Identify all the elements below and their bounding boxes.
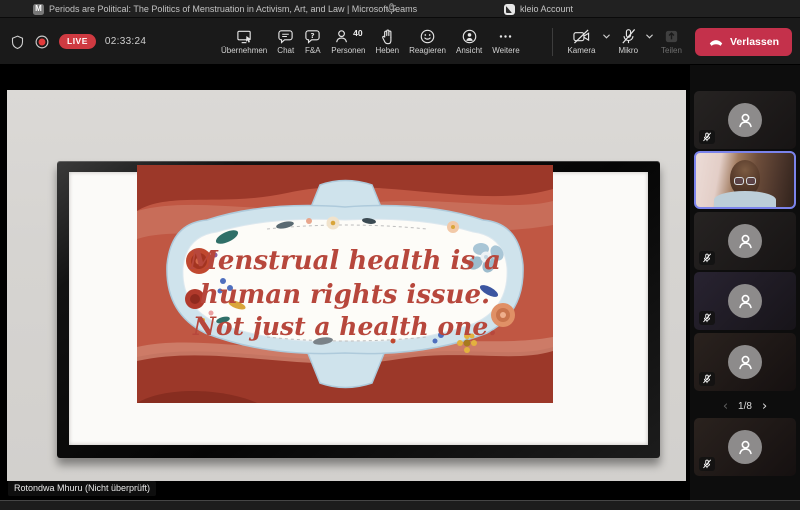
person-icon [736, 353, 755, 372]
participants-sidebar: ‹ 1/8 › [690, 65, 800, 500]
person-icon [736, 232, 755, 251]
toolbar-center-group: Übernehmen Chat ? F&A [216, 18, 525, 65]
active-speaker-video-tile[interactable] [694, 151, 796, 209]
titlebar-mic-icon [386, 3, 397, 15]
participant-tile[interactable] [694, 212, 796, 270]
meeting-stage: Menstrual health is a human rights issue… [0, 65, 690, 500]
live-badge: LIVE [59, 34, 96, 48]
account-label: kleio Account [520, 4, 573, 14]
raised-hand-icon [379, 28, 396, 45]
people-icon [334, 28, 351, 45]
window-title: Periods are Political: The Politics of M… [49, 4, 417, 14]
teams-meeting-window: M Periods are Political: The Politics of… [0, 0, 800, 510]
people-button[interactable]: 40 Personen [326, 20, 370, 64]
mic-muted-icon [699, 457, 715, 471]
participant-tile[interactable] [694, 272, 796, 330]
person-icon [736, 292, 755, 311]
teams-app-icon: M [33, 4, 44, 15]
mic-button[interactable]: Mikro [613, 20, 643, 64]
more-button[interactable]: Weitere [487, 20, 524, 64]
raise-hand-button[interactable]: Heben [371, 20, 405, 64]
leave-button[interactable]: Verlassen [695, 28, 792, 56]
recording-indicator-icon[interactable] [34, 34, 50, 50]
share-label: Teilen [661, 47, 682, 55]
react-label: Reagieren [409, 47, 446, 55]
slide-text-line1: Menstrual health is a [188, 246, 501, 276]
view-button[interactable]: Ansicht [451, 20, 487, 64]
qa-button[interactable]: ? F&A [299, 20, 326, 64]
slide-artwork: Menstrual health is a human rights issue… [137, 165, 553, 403]
avatar [728, 103, 762, 137]
take-control-label: Übernehmen [221, 47, 267, 55]
toolbar-left-group: LIVE 02:33:24 [10, 18, 146, 65]
qa-label: F&A [305, 47, 321, 55]
mic-muted-icon [699, 372, 715, 386]
more-dots-icon [497, 28, 514, 45]
svg-text:?: ? [311, 31, 315, 40]
leave-label: Verlassen [730, 36, 779, 48]
slide-text-line2: human rights issue. [200, 280, 490, 310]
camera-label: Kamera [567, 47, 595, 55]
smiley-icon [419, 28, 436, 45]
chat-label: Chat [277, 47, 294, 55]
slide-text-line3: Not just a health one. [192, 312, 497, 341]
avatar [728, 430, 762, 464]
speaker-glasses [732, 177, 758, 185]
people-label: Personen [331, 47, 365, 55]
title-bar: M Periods are Political: The Politics of… [0, 0, 800, 18]
person-icon [736, 438, 755, 457]
participant-tile[interactable] [694, 418, 796, 476]
take-control-button[interactable]: Übernehmen [216, 20, 272, 64]
mic-off-icon [620, 28, 637, 45]
meeting-timer: 02:33:24 [105, 36, 146, 47]
next-page-chevron-icon[interactable]: › [762, 400, 767, 413]
pagination-label: 1/8 [738, 401, 752, 412]
view-label: Ansicht [456, 47, 482, 55]
person-icon [736, 111, 755, 130]
participant-tile[interactable] [694, 91, 796, 149]
speaker-shirt [714, 191, 776, 209]
participant-count-badge: 40 [353, 29, 362, 38]
share-button: Teilen [656, 20, 687, 64]
chat-button[interactable]: Chat [272, 20, 299, 64]
mic-chevron-icon[interactable] [645, 33, 654, 40]
meeting-toolbar: LIVE 02:33:24 Übernehmen Chat [0, 18, 800, 65]
account-chip[interactable]: kleio Account [504, 0, 573, 18]
camera-button[interactable]: Kamera [562, 20, 600, 64]
screen-takeover-icon [236, 28, 253, 45]
view-person-icon [461, 28, 478, 45]
chat-icon [277, 28, 294, 45]
toolbar-right-group: Kamera Mikro Teilen [543, 18, 792, 65]
raise-hand-label: Heben [376, 47, 400, 55]
camera-off-icon [572, 28, 591, 45]
question-bubble-icon: ? [304, 28, 321, 45]
toolbar-divider [552, 28, 553, 56]
avatar [728, 345, 762, 379]
presenter-name-label: Rotondwa Mhuru (Nicht überprüft) [8, 481, 156, 496]
participant-tile[interactable] [694, 333, 796, 391]
share-icon [663, 28, 680, 45]
shield-icon [10, 34, 25, 50]
more-label: Weitere [492, 47, 519, 55]
react-button[interactable]: Reagieren [404, 20, 451, 64]
camera-chevron-icon[interactable] [602, 33, 611, 40]
mic-muted-icon [699, 251, 715, 265]
avatar [728, 224, 762, 258]
hang-up-icon [708, 37, 724, 47]
participants-pagination: ‹ 1/8 › [694, 396, 796, 416]
account-icon [504, 4, 515, 15]
mic-label: Mikro [618, 47, 638, 55]
mic-muted-icon [699, 311, 715, 325]
window-title-group: M Periods are Political: The Politics of… [33, 0, 417, 18]
mic-muted-icon [699, 130, 715, 144]
previous-page-chevron-icon[interactable]: ‹ [723, 400, 728, 413]
avatar [728, 284, 762, 318]
window-bottom-strip [0, 500, 800, 510]
